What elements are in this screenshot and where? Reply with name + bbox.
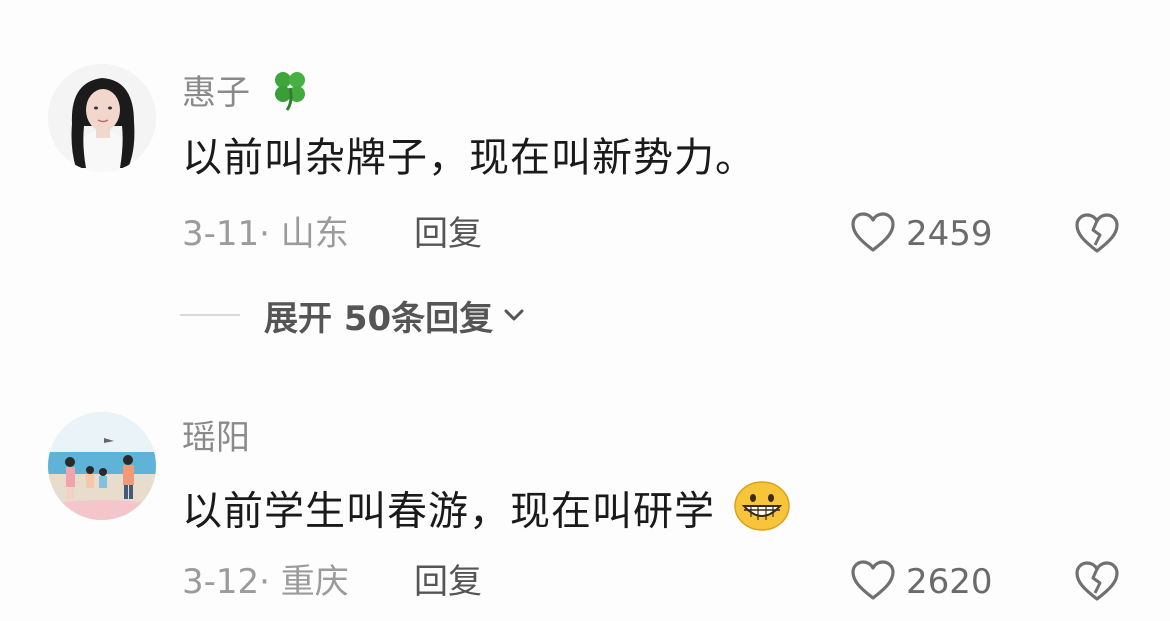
grinning-face-icon	[733, 480, 791, 547]
divider	[180, 314, 240, 316]
dislike-button[interactable]	[1074, 212, 1120, 256]
dislike-button[interactable]	[1074, 560, 1120, 604]
broken-heart-icon	[1074, 561, 1120, 606]
avatar[interactable]	[48, 412, 156, 520]
username[interactable]: 惠子	[182, 66, 313, 123]
username[interactable]: 瑶阳	[182, 416, 250, 460]
comment-text-body: 以前学生叫春游，现在叫研学	[182, 488, 715, 535]
reply-button[interactable]: 回复	[414, 212, 482, 256]
comment-meta: 3-11· 山东	[182, 214, 349, 254]
like-button[interactable]: 2620	[850, 560, 993, 604]
like-count: 2620	[906, 562, 993, 602]
avatar[interactable]	[48, 64, 156, 172]
expand-replies-label: 展开 50条回复	[264, 298, 494, 339]
comment-meta: 3-12· 重庆	[182, 562, 349, 602]
like-count: 2459	[906, 214, 993, 254]
four-leaf-clover-icon	[267, 66, 313, 123]
expand-replies[interactable]: 展开 50条回复	[180, 290, 527, 340]
broken-heart-icon	[1074, 213, 1120, 258]
heart-icon	[850, 559, 896, 605]
like-button[interactable]: 2459	[850, 212, 993, 256]
heart-icon	[850, 211, 896, 257]
reply-button[interactable]: 回复	[414, 560, 482, 604]
username-text: 惠子	[182, 73, 250, 113]
comment-text: 以前学生叫春游，现在叫研学	[182, 480, 791, 547]
comment-text: 以前叫杂牌子，现在叫新势力。	[182, 135, 756, 181]
chevron-down-icon	[501, 302, 527, 328]
